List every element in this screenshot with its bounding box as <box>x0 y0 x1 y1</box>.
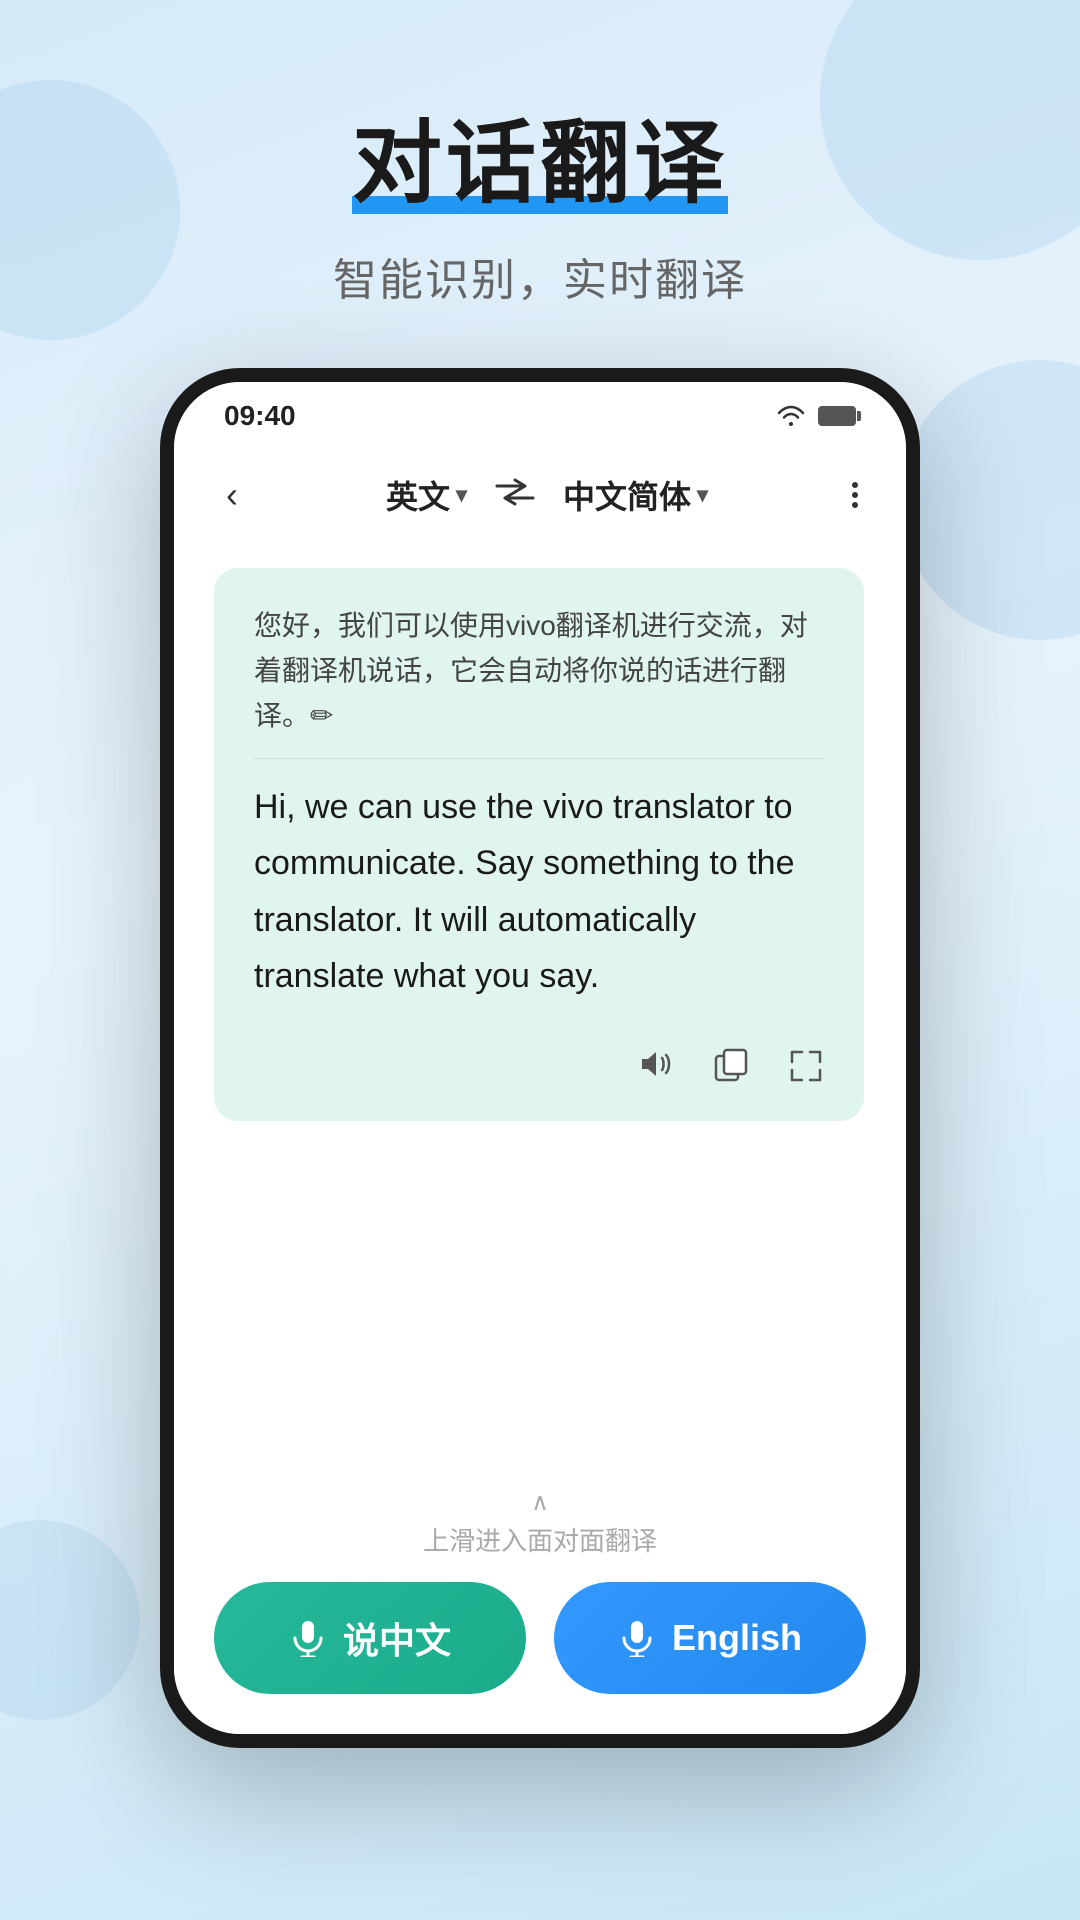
phone-mockup: 09:40 ‹ 英文 ▾ <box>160 368 920 1748</box>
phone-bottom: ∧ 上滑进入面对面翻译 说中文 <box>174 1468 906 1734</box>
voice-button-chinese[interactable]: 说中文 <box>214 1582 526 1694</box>
voice-label-chinese: 说中文 <box>343 1612 451 1664</box>
message-translation: Hi, we can use the vivo translator to co… <box>254 779 824 1003</box>
message-divider <box>254 758 824 759</box>
lang-left-chevron: ▾ <box>456 482 467 508</box>
slide-hint-text: 上滑进入面对面翻译 <box>214 1521 866 1558</box>
more-dot-3 <box>852 502 858 508</box>
more-dot-2 <box>852 492 858 498</box>
mic-icon-english <box>618 1619 656 1657</box>
more-dot-1 <box>852 482 858 488</box>
slide-arrow-icon: ∧ <box>214 1488 866 1517</box>
lang-right-chevron: ▾ <box>697 482 708 508</box>
copy-button[interactable] <box>714 1048 748 1093</box>
lang-left-label: 英文 <box>386 472 450 518</box>
app-bar: ‹ 英文 ▾ 中文简体 ▾ <box>174 442 906 548</box>
status-time: 09:40 <box>224 400 296 432</box>
message-actions <box>254 1032 824 1093</box>
message-original: 您好，我们可以使用vivo翻译机进行交流，对着翻译机说话，它会自动将你说的话进行… <box>254 604 824 738</box>
swap-button[interactable] <box>493 477 537 514</box>
status-bar: 09:40 <box>174 382 906 442</box>
lang-right[interactable]: 中文简体 ▾ <box>563 472 708 518</box>
header: 对话翻译 智能识别，实时翻译 <box>0 0 1080 308</box>
more-button[interactable] <box>844 474 866 516</box>
wifi-icon <box>776 404 806 428</box>
phone-container: 09:40 ‹ 英文 ▾ <box>0 368 1080 1748</box>
mic-icon-chinese <box>289 1619 327 1657</box>
page-subtitle: 智能识别，实时翻译 <box>0 244 1080 308</box>
message-bubble: 您好，我们可以使用vivo翻译机进行交流，对着翻译机说话，它会自动将你说的话进行… <box>214 568 864 1121</box>
lang-left[interactable]: 英文 ▾ <box>386 472 467 518</box>
voice-button-english[interactable]: English <box>554 1582 866 1694</box>
voice-label-english: English <box>672 1617 802 1659</box>
volume-button[interactable] <box>638 1048 674 1093</box>
voice-buttons: 说中文 English <box>214 1582 866 1694</box>
page-title: 对话翻译 <box>352 90 728 220</box>
battery-icon <box>818 406 856 426</box>
language-selector: 英文 ▾ 中文简体 ▾ <box>250 472 844 518</box>
back-button[interactable]: ‹ <box>214 466 250 524</box>
lang-right-label: 中文简体 <box>563 472 691 518</box>
slide-hint: ∧ 上滑进入面对面翻译 <box>214 1488 866 1558</box>
expand-button[interactable] <box>788 1048 824 1093</box>
status-icons <box>776 404 856 428</box>
